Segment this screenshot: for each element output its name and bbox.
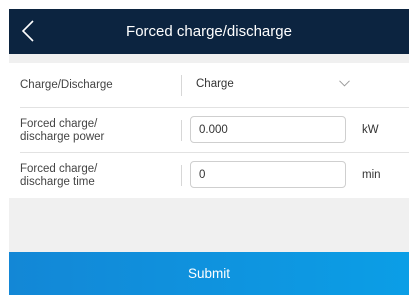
app-screen: Forced charge/discharge Charge/Discharge… bbox=[9, 9, 409, 295]
settings-form: Charge/Discharge Charge Forced charge/ d… bbox=[9, 63, 409, 198]
mode-row[interactable]: Charge/Discharge Charge bbox=[9, 63, 409, 107]
power-label-line2: discharge power bbox=[20, 131, 105, 143]
column-divider bbox=[181, 75, 182, 96]
power-row: Forced charge/ discharge power kW bbox=[9, 108, 409, 152]
column-divider bbox=[181, 165, 182, 186]
time-label-line1: Forced charge/ bbox=[20, 163, 98, 175]
column-divider bbox=[181, 120, 182, 141]
mode-label: Charge/Discharge bbox=[20, 79, 113, 91]
power-label-line1: Forced charge/ bbox=[20, 118, 98, 130]
power-input[interactable] bbox=[190, 116, 346, 143]
time-unit: min bbox=[362, 169, 381, 181]
time-label: Forced charge/ discharge time bbox=[20, 163, 170, 189]
header-bar: Forced charge/discharge bbox=[9, 9, 409, 54]
mode-select[interactable]: Charge bbox=[196, 78, 234, 90]
back-icon[interactable] bbox=[18, 19, 40, 43]
time-label-line2: discharge time bbox=[20, 176, 95, 188]
page-title: Forced charge/discharge bbox=[126, 23, 292, 40]
chevron-down-icon[interactable] bbox=[339, 80, 350, 87]
time-input[interactable] bbox=[190, 161, 346, 188]
submit-button[interactable]: Submit bbox=[9, 252, 409, 295]
power-label: Forced charge/ discharge power bbox=[20, 118, 170, 144]
time-row: Forced charge/ discharge time min bbox=[9, 153, 409, 197]
power-unit: kW bbox=[362, 124, 379, 136]
